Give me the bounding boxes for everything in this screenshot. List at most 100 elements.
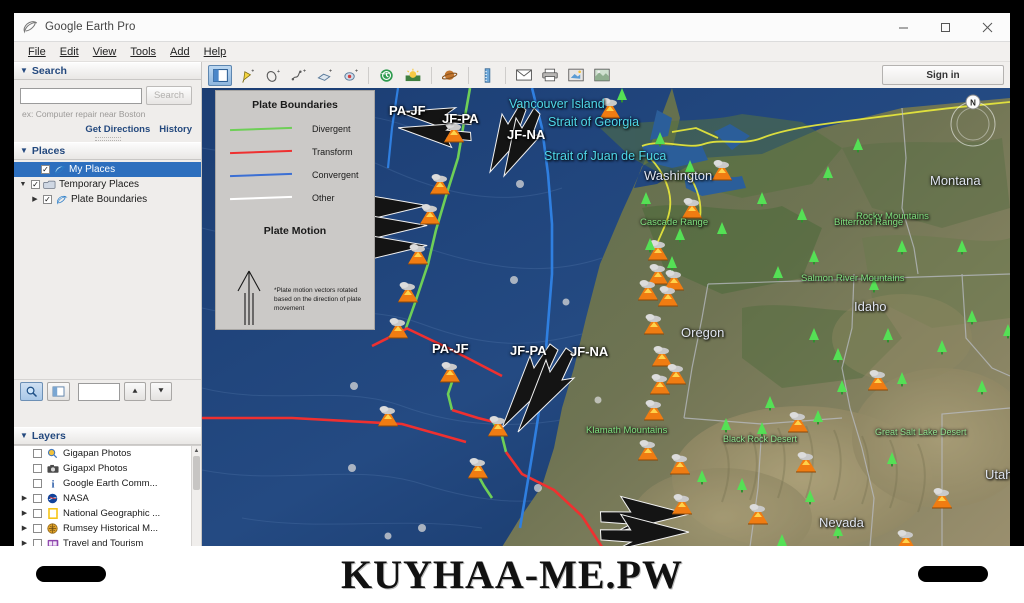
checkbox-layer[interactable] — [33, 464, 42, 473]
tree-expander-down-icon[interactable]: ▼ — [18, 181, 28, 188]
search-panel-header[interactable]: ▼ Search — [14, 62, 201, 80]
get-directions-link[interactable]: Get Directions — [85, 124, 150, 135]
historical-imagery-icon[interactable] — [375, 65, 399, 86]
scrollbar-thumb[interactable] — [193, 456, 200, 490]
places-panel-header[interactable]: ▼ Places — [14, 142, 201, 160]
places-tree: ✓ My Places ▼ ✓ Temporary Places ▶ ✓ Pla… — [14, 160, 201, 358]
sunlight-icon[interactable] — [401, 65, 425, 86]
legend-note: *Plate motion vectors rotated based on t… — [274, 287, 362, 312]
bezel-nub-right — [918, 566, 988, 582]
maximize-icon[interactable] — [924, 13, 966, 41]
legend-label-transform: Transform — [312, 147, 353, 157]
layers-list[interactable]: Gigapan Photos Gigapxl Photos i Google E… — [14, 445, 201, 546]
checkbox-layer[interactable] — [33, 539, 42, 546]
menu-item-view[interactable]: View — [93, 46, 117, 58]
search-hint: ex: Computer repair near Boston — [22, 109, 146, 119]
search-input[interactable] — [20, 87, 142, 104]
layer-item-gigapxl-photos[interactable]: Gigapxl Photos — [14, 461, 201, 476]
magnifier-icon[interactable] — [20, 382, 43, 401]
save-image-icon[interactable] — [564, 65, 588, 86]
sign-in-button[interactable]: Sign in — [882, 65, 1004, 85]
triangle-down-icon: ▼ — [20, 66, 28, 75]
tree-expander-right-icon[interactable]: ▶ — [30, 196, 40, 203]
menu-item-file[interactable]: File — [28, 46, 46, 58]
legend-entry-other: Other — [216, 193, 374, 203]
arrow-up-icon[interactable]: ⯅ — [124, 382, 146, 401]
email-icon[interactable] — [512, 65, 536, 86]
places-filter-input[interactable] — [78, 382, 120, 401]
toolbar-separator — [468, 66, 469, 84]
menu-item-add[interactable]: Add — [170, 46, 190, 58]
checkbox-my-places[interactable]: ✓ — [41, 165, 50, 174]
triangle-down-icon: ▼ — [20, 431, 28, 440]
layer-item-gigapan-photos[interactable]: Gigapan Photos — [14, 446, 201, 461]
checkbox-layer[interactable] — [33, 479, 42, 488]
svg-text:+: + — [328, 68, 331, 74]
layer-item-label: Gigapan Photos — [63, 448, 132, 459]
svg-text:+: + — [251, 68, 254, 74]
arrow-down-icon[interactable]: ⯆ — [150, 382, 172, 401]
checkbox-layer[interactable] — [33, 449, 42, 458]
camera-icon — [46, 463, 59, 475]
panel-resize-grip[interactable] — [14, 135, 201, 142]
places-item-my-places[interactable]: ✓ My Places — [14, 162, 201, 177]
checkbox-layer[interactable] — [33, 524, 42, 533]
google-earth-logo-icon — [23, 19, 38, 34]
add-placemark-icon[interactable]: + — [234, 65, 258, 86]
places-item-label: Plate Boundaries — [71, 194, 148, 205]
history-link[interactable]: History — [159, 124, 192, 135]
panel-split-icon[interactable] — [47, 382, 70, 401]
layer-item-rumsey-historical-maps[interactable]: ▶ Rumsey Historical M... — [14, 521, 201, 536]
menu-item-help[interactable]: Help — [204, 46, 227, 58]
national-geographic-icon — [46, 508, 59, 520]
layer-item-nasa[interactable]: ▶ NASA — [14, 491, 201, 506]
toggle-sidebar-icon[interactable] — [208, 64, 232, 86]
checkbox-plate-boundaries[interactable]: ✓ — [43, 195, 52, 204]
checkbox-layer[interactable] — [33, 494, 42, 503]
add-image-overlay-icon[interactable]: + — [312, 65, 336, 86]
tree-expander-right-icon[interactable]: ▶ — [20, 525, 29, 532]
map-viewport[interactable]: Vancouver Island Strait of Georgia Strai… — [202, 88, 1010, 546]
folder-icon — [43, 179, 56, 191]
layer-item-national-geographic[interactable]: ▶ National Geographic ... — [14, 506, 201, 521]
planets-icon[interactable] — [438, 65, 462, 86]
layer-item-travel-and-tourism[interactable]: ▶ Travel and Tourism — [14, 536, 201, 546]
search-button[interactable]: Search — [146, 86, 192, 105]
tree-expander-right-icon[interactable]: ▶ — [20, 495, 29, 502]
add-polygon-icon[interactable]: + — [260, 65, 284, 86]
menu-item-edit[interactable]: Edit — [60, 46, 79, 58]
google-earth-window: Google Earth Pro File Edit View Tools Ad… — [14, 13, 1010, 546]
view-in-maps-icon[interactable] — [590, 65, 614, 86]
ruler-icon[interactable] — [475, 65, 499, 86]
menu-item-tools[interactable]: Tools — [130, 46, 156, 58]
legend-motion-title: Plate Motion — [263, 225, 327, 237]
layers-panel-title: Layers — [31, 430, 66, 442]
layer-item-label: Gigapxl Photos — [63, 463, 128, 474]
checkbox-temporary-places[interactable]: ✓ — [31, 180, 40, 189]
record-tour-icon[interactable]: + — [338, 65, 362, 86]
close-icon[interactable] — [966, 13, 1008, 41]
places-item-plate-boundaries[interactable]: ▶ ✓ Plate Boundaries — [14, 192, 201, 207]
layers-panel: ▼ Layers Gigapan Photos Gigapxl Photos i… — [14, 427, 201, 546]
checkbox-layer[interactable] — [33, 509, 42, 518]
window-title: Google Earth Pro — [45, 20, 136, 33]
legend-swatch-convergent — [229, 172, 293, 178]
compass-north-icon[interactable]: N — [946, 94, 1000, 148]
print-icon[interactable] — [538, 65, 562, 86]
places-panel-title: Places — [31, 145, 66, 157]
travel-tourism-icon — [46, 538, 59, 546]
google-earth-logo-icon — [53, 164, 66, 176]
layers-panel-header[interactable]: ▼ Layers — [14, 427, 201, 445]
minimize-icon[interactable] — [882, 13, 924, 41]
layers-scrollbar[interactable]: ▲ — [191, 446, 201, 546]
tree-expander-right-icon[interactable]: ▶ — [20, 510, 29, 517]
bezel-nub-left — [36, 566, 106, 582]
scroll-up-icon[interactable]: ▲ — [192, 446, 201, 455]
nasa-icon — [46, 493, 59, 505]
layer-item-label: Travel and Tourism — [63, 538, 144, 546]
layer-item-google-earth-community[interactable]: i Google Earth Comm... — [14, 476, 201, 491]
svg-text:+: + — [276, 69, 279, 75]
add-path-icon[interactable]: + — [286, 65, 310, 86]
search-links: Get Directions History — [14, 119, 201, 135]
places-item-temporary-places[interactable]: ▼ ✓ Temporary Places — [14, 177, 201, 192]
